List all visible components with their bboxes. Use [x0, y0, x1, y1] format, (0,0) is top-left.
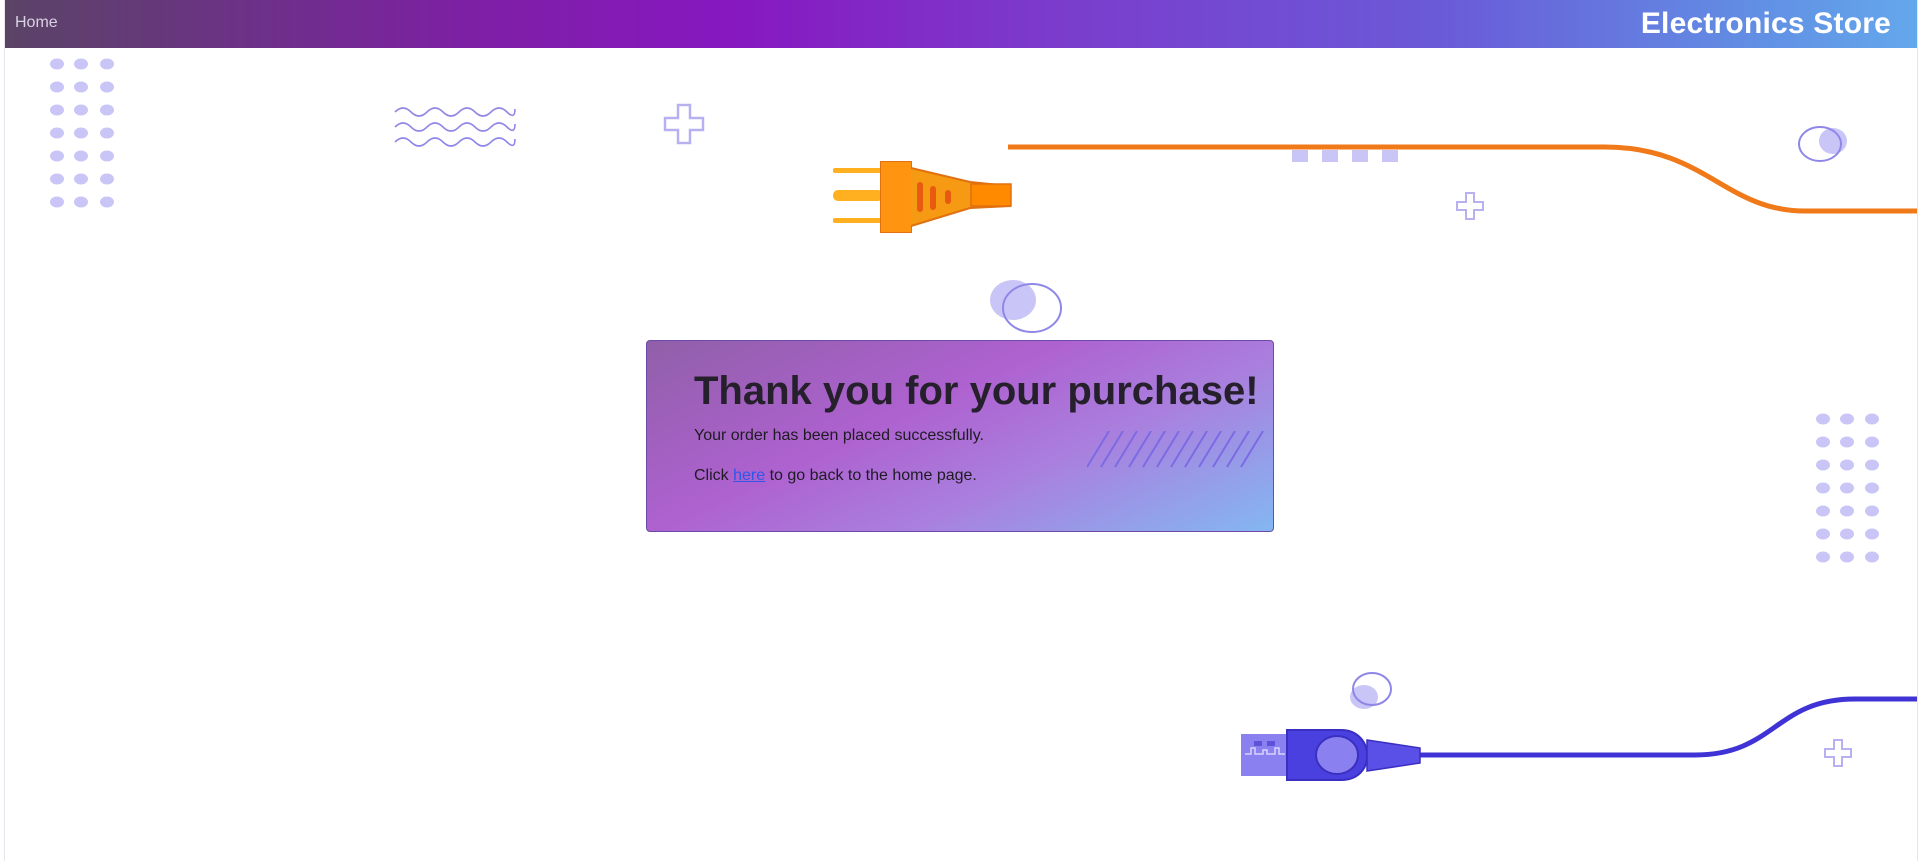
- confirmation-card: Thank you for your purchase! Your order …: [646, 340, 1274, 532]
- back-home-text: Click here to go back to the home page.: [694, 467, 977, 485]
- plus-decoration: [1824, 739, 1852, 767]
- page-frame: Home Electronics Store Thank you for you…: [4, 0, 1918, 861]
- hatch-decoration: [1087, 431, 1264, 468]
- back-home-link[interactable]: here: [733, 467, 765, 484]
- plus-decoration: [663, 103, 705, 145]
- circle-pair-decoration: [1798, 126, 1847, 162]
- circle-pair-decoration: [990, 280, 1062, 333]
- confirmation-message: Your order has been placed successfully.: [694, 427, 984, 444]
- confirmation-heading: Thank you for your purchase!: [694, 369, 1259, 413]
- circle-pair-decoration: [1350, 672, 1392, 709]
- brand-title: Electronics Store: [1640, 7, 1891, 40]
- top-navbar: Home Electronics Store: [5, 0, 1917, 48]
- back-home-prefix: Click: [694, 467, 729, 484]
- plus-decoration: [1456, 192, 1484, 220]
- usb-plug-icon: [1241, 729, 1421, 781]
- square-row-decoration: [1292, 150, 1398, 162]
- wave-decoration: [394, 107, 516, 147]
- dot-grid-decoration: [1816, 413, 1879, 563]
- nav-home-link[interactable]: Home: [15, 0, 58, 48]
- power-plug-icon: [833, 161, 1012, 233]
- dot-grid-decoration: [50, 58, 114, 208]
- back-home-suffix: to go back to the home page.: [769, 467, 977, 484]
